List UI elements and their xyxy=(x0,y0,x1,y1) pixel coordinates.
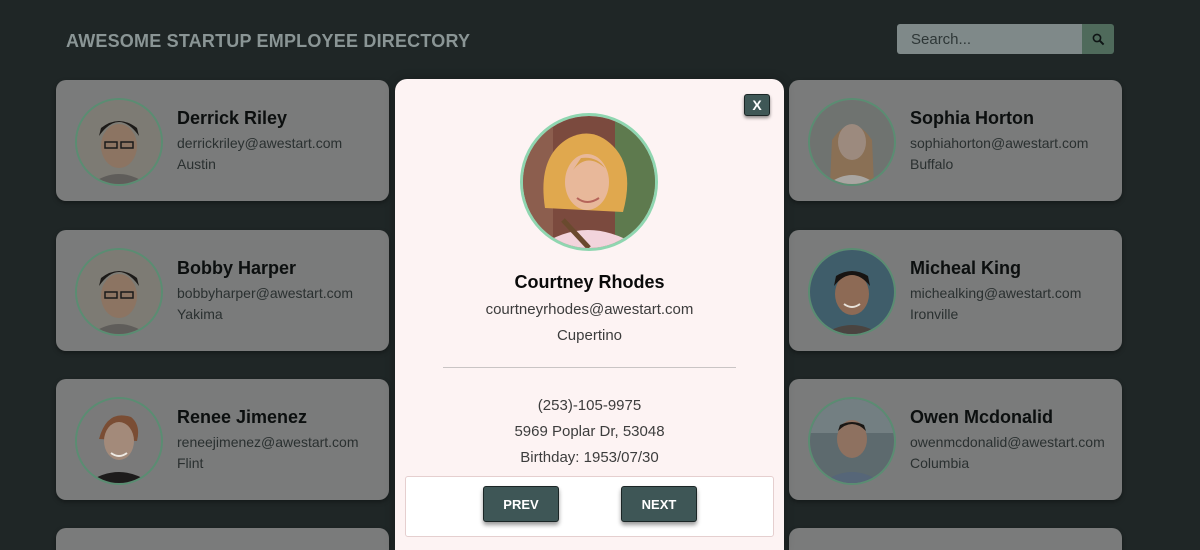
employee-email: bobbyharper@awestart.com xyxy=(177,285,354,301)
employee-city: Austin xyxy=(177,156,216,172)
prev-button[interactable]: PREV xyxy=(483,486,559,522)
modal-divider xyxy=(443,367,736,368)
employee-city: Flint xyxy=(177,455,204,471)
close-button[interactable]: X xyxy=(744,94,770,116)
employee-avatar xyxy=(75,397,163,485)
employee-name: Derrick Riley xyxy=(177,108,288,128)
modal-navigation: PREV NEXT xyxy=(405,476,774,537)
modal-email: courtneyrhodes@awestart.com xyxy=(485,301,694,318)
employee-name: Bobby Harper xyxy=(177,258,297,278)
employee-card[interactable] xyxy=(56,528,389,550)
employee-name: Renee Jimenez xyxy=(177,407,308,427)
employee-name: Micheal King xyxy=(910,258,1022,278)
modal-name: Courtney Rhodes xyxy=(514,272,665,292)
employee-city: Buffalo xyxy=(910,156,954,172)
employee-email: owenmcdonalid@awestart.com xyxy=(910,434,1105,450)
modal-avatar xyxy=(520,113,658,251)
modal-phone: (253)-105-9975 xyxy=(537,397,642,414)
employee-avatar xyxy=(808,248,896,336)
employee-avatar xyxy=(808,98,896,186)
employee-city: Yakima xyxy=(177,306,223,322)
employee-name: Sophia Horton xyxy=(910,108,1034,128)
employee-city: Columbia xyxy=(910,455,970,471)
employee-email: derrickriley@awestart.com xyxy=(177,135,343,151)
employee-avatar xyxy=(75,98,163,186)
modal-city: Cupertino xyxy=(556,327,623,344)
employee-card[interactable]: Derrick Riley derrickriley@awestart.com … xyxy=(56,80,389,201)
employee-email: sophiahorton@awestart.com xyxy=(910,135,1089,151)
employee-avatar xyxy=(808,397,896,485)
employee-avatar xyxy=(75,248,163,336)
employee-card[interactable]: Micheal King michealking@awestart.com Ir… xyxy=(789,230,1122,351)
employee-modal: X Courtney Rhodes courtneyrhodes@awestar… xyxy=(395,79,784,550)
modal-birthday: Birthday: 1953/07/30 xyxy=(520,449,659,466)
employee-card[interactable]: Owen Mcdonalid owenmcdonalid@awestart.co… xyxy=(789,379,1122,500)
employee-card[interactable]: Bobby Harper bobbyharper@awestart.com Ya… xyxy=(56,230,389,351)
employee-card[interactable] xyxy=(789,528,1122,550)
next-button[interactable]: NEXT xyxy=(621,486,697,522)
employee-city: Ironville xyxy=(910,306,959,322)
employee-card[interactable]: Sophia Horton sophiahorton@awestart.com … xyxy=(789,80,1122,201)
employee-email: michealking@awestart.com xyxy=(910,285,1082,301)
employee-card[interactable]: Renee Jimenez reneejimenez@awestart.com … xyxy=(56,379,389,500)
employee-name: Owen Mcdonalid xyxy=(910,407,1054,427)
modal-address: 5969 Poplar Dr, 53048 xyxy=(514,423,665,440)
employee-email: reneejimenez@awestart.com xyxy=(177,434,359,450)
